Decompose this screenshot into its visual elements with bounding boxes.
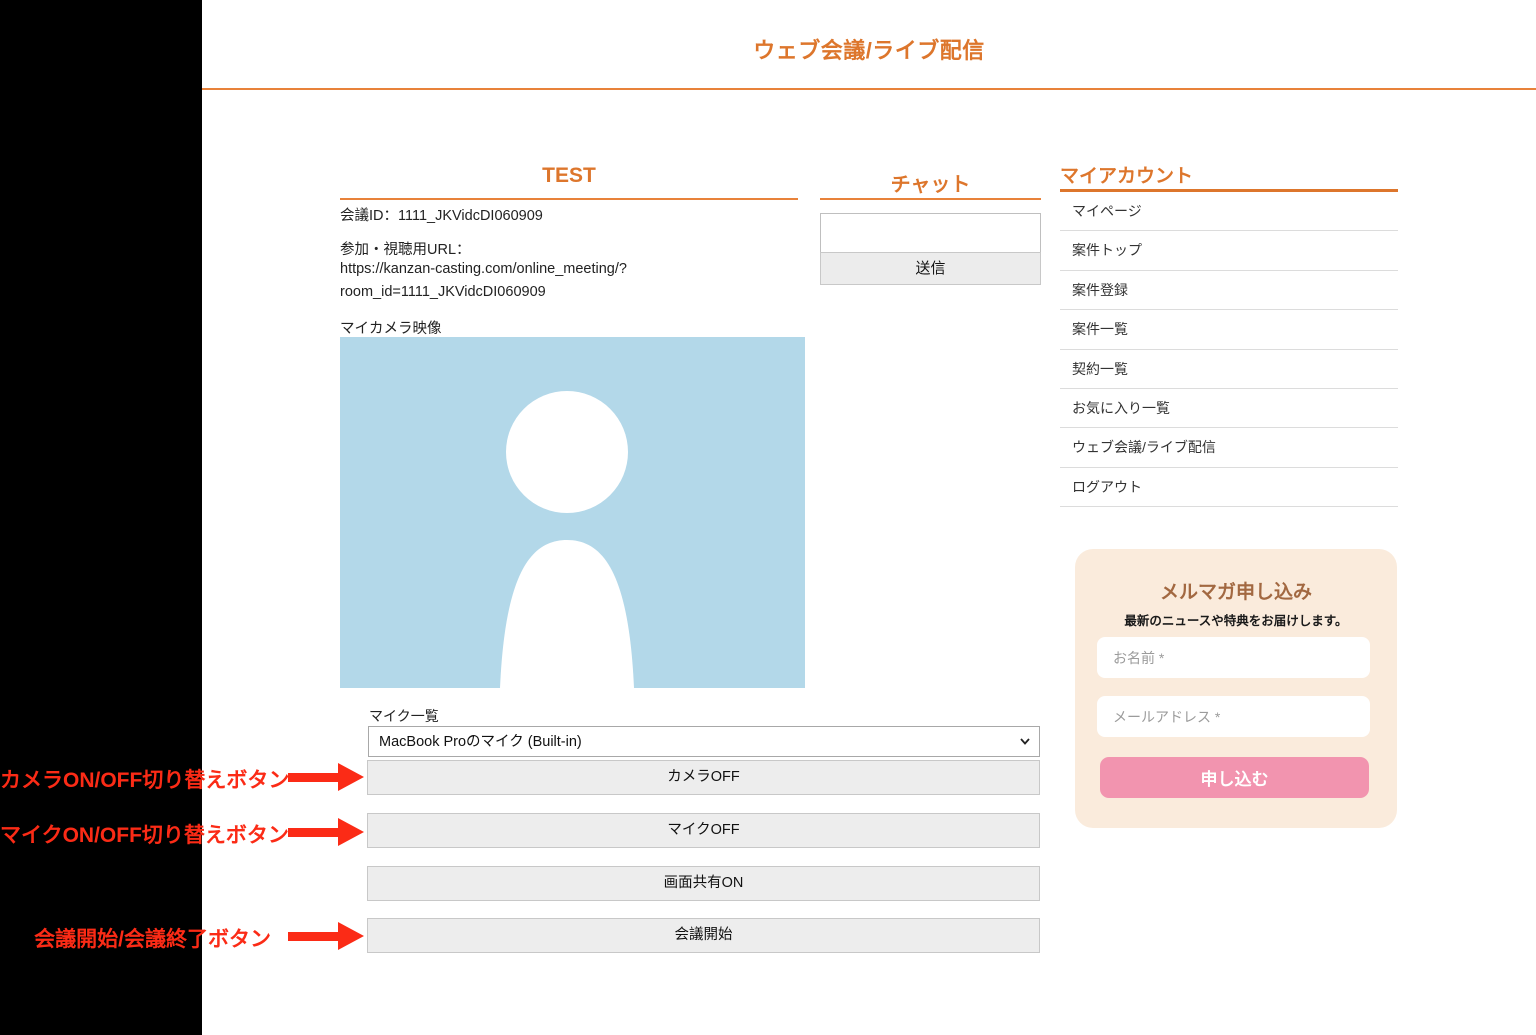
meeting-url-line2: room_id=1111_JKVidcDI060909 xyxy=(340,284,546,300)
annotation-arrow-icon xyxy=(288,922,364,950)
mic-select-wrapper: MacBook Proのマイク (Built-in) xyxy=(368,726,1040,757)
camera-preview-label: マイカメラ映像 xyxy=(340,317,442,338)
annotation-mic-toggle: マイクON/OFF切り替えボタン xyxy=(0,819,278,849)
header-divider xyxy=(202,88,1536,90)
left-black-strip xyxy=(0,0,202,1035)
newsletter-card: メルマガ申し込み 最新のニュースや特典をお届けします。 申し込む xyxy=(1075,549,1397,828)
newsletter-heading: メルマガ申し込み xyxy=(1075,577,1397,604)
meeting-url-label: 参加・視聴用URL： xyxy=(340,238,471,259)
mic-list-label: マイク一覧 xyxy=(369,706,439,726)
mic-toggle-button[interactable]: マイクOFF xyxy=(367,813,1040,848)
newsletter-subtitle: 最新のニュースや特典をお届けします。 xyxy=(1075,610,1397,629)
meeting-start-button[interactable]: 会議開始 xyxy=(367,918,1040,953)
annotation-arrow-icon xyxy=(288,763,364,791)
sidebar-item-project-top[interactable]: 案件トップ xyxy=(1060,231,1398,270)
account-heading: マイアカウント xyxy=(1060,161,1193,188)
sidebar-item-project-list[interactable]: 案件一覧 xyxy=(1060,310,1398,349)
newsletter-submit-button[interactable]: 申し込む xyxy=(1100,757,1369,798)
meeting-heading-underline xyxy=(340,198,798,200)
newsletter-name-field[interactable] xyxy=(1097,637,1370,678)
page-title: ウェブ会議/ライブ配信 xyxy=(202,33,1536,65)
sidebar-item-favorites[interactable]: お気に入り一覧 xyxy=(1060,389,1398,428)
sidebar-item-mypage[interactable]: マイページ xyxy=(1060,192,1398,231)
annotation-camera-toggle: カメラON/OFF切り替えボタン xyxy=(0,764,278,794)
camera-toggle-button[interactable]: カメラOFF xyxy=(367,760,1040,795)
account-menu: マイページ 案件トップ 案件登録 案件一覧 契約一覧 お気に入り一覧 ウェブ会議… xyxy=(1060,192,1398,507)
meeting-id-text: 会議ID：1111_JKVidcDI060909 xyxy=(340,204,543,225)
chat-send-button[interactable]: 送信 xyxy=(820,252,1041,285)
newsletter-email-field[interactable] xyxy=(1097,696,1370,737)
person-silhouette-icon xyxy=(340,337,805,688)
meeting-heading: TEST xyxy=(340,164,798,188)
chat-heading-underline xyxy=(820,198,1041,200)
sidebar-item-contract-list[interactable]: 契約一覧 xyxy=(1060,350,1398,389)
sidebar-item-web-meeting[interactable]: ウェブ会議/ライブ配信 xyxy=(1060,428,1398,467)
mic-select[interactable]: MacBook Proのマイク (Built-in) xyxy=(369,727,1039,756)
sidebar-item-project-register[interactable]: 案件登録 xyxy=(1060,271,1398,310)
chat-heading: チャット xyxy=(820,168,1041,197)
annotation-arrow-icon xyxy=(288,818,364,846)
meeting-url-line1: https://kanzan-casting.com/online_meetin… xyxy=(340,261,627,277)
chat-message-input[interactable] xyxy=(820,213,1041,253)
annotation-meeting-toggle: 会議開始/会議終了ボタン xyxy=(0,923,271,953)
screen-share-button[interactable]: 画面共有ON xyxy=(367,866,1040,901)
sidebar-item-logout[interactable]: ログアウト xyxy=(1060,468,1398,507)
camera-preview xyxy=(340,337,805,688)
